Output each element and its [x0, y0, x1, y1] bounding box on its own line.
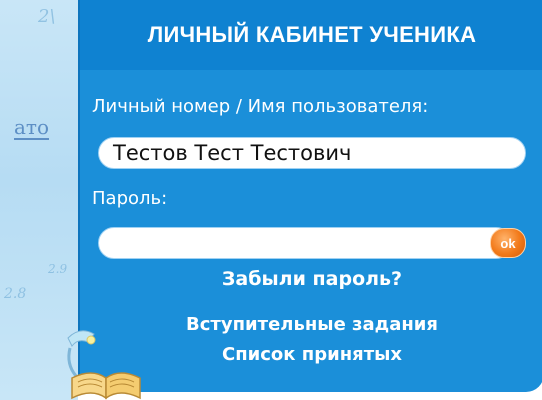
accepted-list-link[interactable]: Список принятых	[80, 344, 542, 365]
entrance-tasks-link[interactable]: Вступительные задания	[80, 314, 542, 335]
panel-title: ЛИЧНЫЙ КАБИНЕТ УЧЕНИКА	[80, 0, 542, 70]
ok-button[interactable]: ok	[490, 228, 526, 258]
bg-scribble: 2\	[38, 6, 56, 27]
bg-word-fragment: ато	[14, 115, 50, 140]
bg-scribble: 2.8	[4, 286, 27, 302]
lamp-and-book-icon	[67, 330, 141, 400]
username-input[interactable]: Тестов Тест Тестович	[98, 137, 526, 169]
username-label: Личный номер / Имя пользователя:	[92, 96, 429, 117]
bg-scribble: 2.9	[48, 262, 68, 276]
password-label: Пароль:	[92, 188, 168, 209]
password-input[interactable]	[98, 227, 512, 259]
ok-button-label: ok	[500, 235, 516, 251]
forgot-password-link[interactable]: Забыли пароль?	[80, 268, 542, 290]
